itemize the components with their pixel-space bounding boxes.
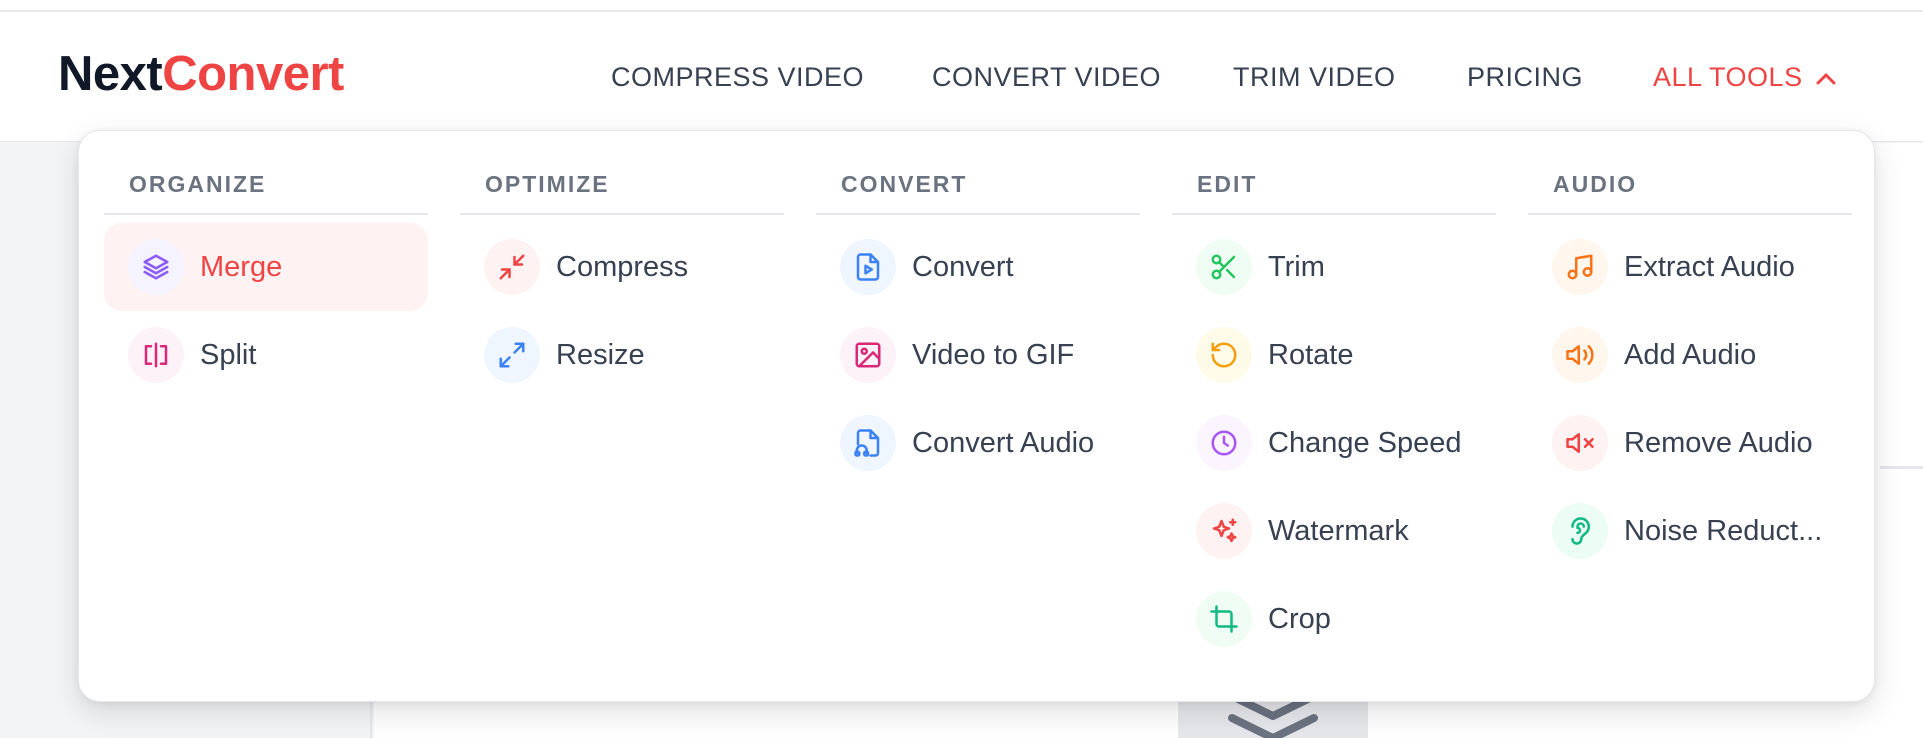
main-nav: COMPRESS VIDEO CONVERT VIDEO TRIM VIDEO … xyxy=(0,62,1923,102)
column-heading: CONVERT xyxy=(816,171,1140,215)
column-heading: OPTIMIZE xyxy=(460,171,784,215)
menu-item-label: Remove Audio xyxy=(1624,426,1813,459)
nav-pricing[interactable]: PRICING xyxy=(1467,62,1583,93)
rotate-ccw-icon xyxy=(1196,327,1252,383)
nav-trim-video[interactable]: TRIM VIDEO xyxy=(1233,62,1396,93)
menu-item-label: Convert Audio xyxy=(912,426,1095,459)
nav-all-tools[interactable]: ALL TOOLS xyxy=(1653,62,1837,93)
layers-icon xyxy=(128,239,184,295)
menu-item-change-speed[interactable]: Change Speed xyxy=(1172,399,1496,487)
menu-item-label: Crop xyxy=(1268,602,1331,635)
menu-item-label: Video to GIF xyxy=(912,338,1075,371)
menu-column-audio: AUDIO Extract Audio Add Audio Remove Aud… xyxy=(1528,171,1852,575)
file-video-icon xyxy=(840,239,896,295)
menu-item-label: Watermark xyxy=(1268,514,1409,547)
top-border xyxy=(0,0,1923,12)
menu-item-convert-audio[interactable]: Convert Audio xyxy=(816,399,1140,487)
nav-convert-video[interactable]: CONVERT VIDEO xyxy=(932,62,1161,93)
menu-item-label: Rotate xyxy=(1268,338,1354,371)
menu-item-compress[interactable]: Compress xyxy=(460,223,784,311)
crop-icon xyxy=(1196,591,1252,647)
menu-column-optimize: OPTIMIZE Compress Resize xyxy=(460,171,784,399)
menu-item-add-audio[interactable]: Add Audio xyxy=(1528,311,1852,399)
volume-mute-icon xyxy=(1552,415,1608,471)
menu-item-rotate[interactable]: Rotate xyxy=(1172,311,1496,399)
menu-item-noise-reduction[interactable]: Noise Reduct... xyxy=(1528,487,1852,575)
menu-item-remove-audio[interactable]: Remove Audio xyxy=(1528,399,1852,487)
menu-item-label: Trim xyxy=(1268,250,1325,283)
music-icon xyxy=(1552,239,1608,295)
all-tools-menu: ORGANIZE Merge Split OPTIMIZE Compress R… xyxy=(78,130,1875,702)
split-icon xyxy=(128,327,184,383)
menu-item-label: Convert xyxy=(912,250,1014,283)
ear-icon xyxy=(1552,503,1608,559)
menu-column-organize: ORGANIZE Merge Split xyxy=(104,171,428,399)
column-heading: AUDIO xyxy=(1528,171,1852,215)
menu-item-video-to-gif[interactable]: Video to GIF xyxy=(816,311,1140,399)
menu-item-extract-audio[interactable]: Extract Audio xyxy=(1528,223,1852,311)
menu-item-merge[interactable]: Merge xyxy=(104,223,428,311)
menu-item-label: Change Speed xyxy=(1268,426,1462,459)
nav-compress-video[interactable]: COMPRESS VIDEO xyxy=(611,62,864,93)
scissors-icon xyxy=(1196,239,1252,295)
menu-item-label: Merge xyxy=(200,250,283,283)
menu-item-watermark[interactable]: Watermark xyxy=(1172,487,1496,575)
column-heading: ORGANIZE xyxy=(104,171,428,215)
image-icon xyxy=(840,327,896,383)
menu-item-split[interactable]: Split xyxy=(104,311,428,399)
menu-column-convert: CONVERT Convert Video to GIF Convert Aud… xyxy=(816,171,1140,487)
menu-column-edit: EDIT Trim Rotate Change Speed Watermark … xyxy=(1172,171,1496,663)
menu-item-trim[interactable]: Trim xyxy=(1172,223,1496,311)
background-divider xyxy=(1880,466,1923,469)
menu-item-label: Resize xyxy=(556,338,645,371)
file-audio-icon xyxy=(840,415,896,471)
clock-icon xyxy=(1196,415,1252,471)
chevron-up-icon xyxy=(1816,73,1836,85)
column-heading: EDIT xyxy=(1172,171,1496,215)
maximize-icon xyxy=(484,327,540,383)
menu-item-resize[interactable]: Resize xyxy=(460,311,784,399)
minimize-icon xyxy=(484,239,540,295)
menu-item-label: Extract Audio xyxy=(1624,250,1795,283)
menu-item-label: Add Audio xyxy=(1624,338,1757,371)
nav-all-tools-label: ALL TOOLS xyxy=(1653,62,1803,92)
menu-item-crop[interactable]: Crop xyxy=(1172,575,1496,663)
menu-item-convert[interactable]: Convert xyxy=(816,223,1140,311)
volume-icon xyxy=(1552,327,1608,383)
site-header: NextConvert COMPRESS VIDEO CONVERT VIDEO… xyxy=(0,12,1923,142)
menu-item-label: Noise Reduct... xyxy=(1624,514,1823,547)
menu-item-label: Compress xyxy=(556,250,689,283)
sparkles-icon xyxy=(1196,503,1252,559)
menu-item-label: Split xyxy=(200,338,257,371)
